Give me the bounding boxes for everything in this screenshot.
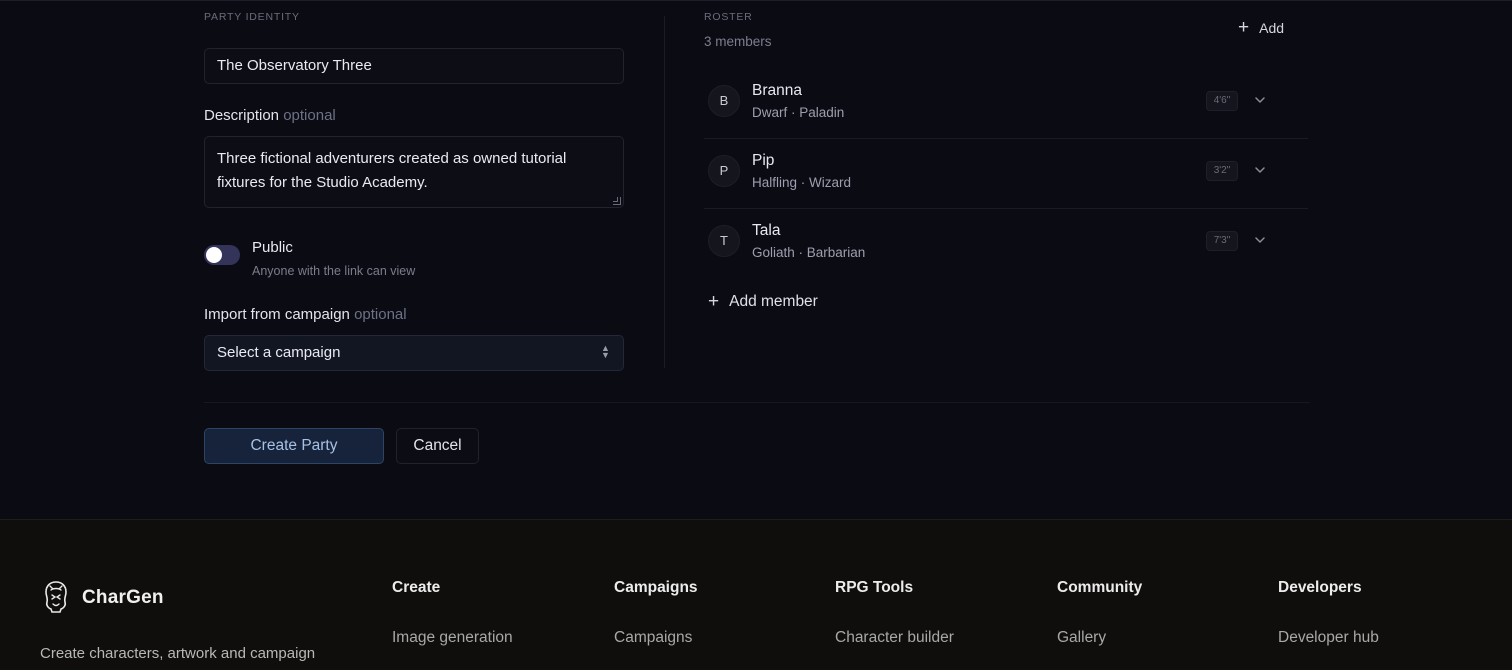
- resize-handle-icon[interactable]: [613, 197, 621, 205]
- select-updown-icon: ▲ ▼: [601, 343, 610, 360]
- public-label: Public: [252, 239, 293, 256]
- top-border: [0, 0, 1512, 1]
- add-member-top-button[interactable]: + Add: [1238, 18, 1284, 38]
- roster-member[interactable]: B Branna Dwarf · Paladin 4'6": [704, 68, 1308, 138]
- footer-brand[interactable]: CharGen: [82, 587, 164, 609]
- footer-heading-developers: Developers: [1278, 579, 1362, 596]
- height-badge: 4'6": [1206, 91, 1238, 111]
- chevron-down-icon[interactable]: [1252, 162, 1268, 178]
- chevron-down-icon[interactable]: [1252, 92, 1268, 108]
- height-badge: 7'3": [1206, 231, 1238, 251]
- footer-link-campaigns[interactable]: Campaigns: [614, 629, 692, 647]
- import-campaign-label: Import from campaign optional: [204, 306, 407, 323]
- avatar: T: [708, 225, 740, 257]
- roster-label: ROSTER: [704, 11, 753, 23]
- public-hint: Anyone with the link can view: [252, 264, 416, 278]
- member-detail: Dwarf · Paladin: [752, 105, 845, 120]
- plus-icon: +: [1238, 17, 1250, 38]
- member-detail: Goliath · Barbarian: [752, 245, 866, 260]
- member-name: Tala: [752, 222, 781, 239]
- footer-link-character-builder[interactable]: Character builder: [835, 629, 954, 647]
- roster-member[interactable]: T Tala Goliath · Barbarian 7'3": [704, 208, 1308, 278]
- height-badge: 3'2": [1206, 161, 1238, 181]
- footer-heading-community: Community: [1057, 579, 1143, 596]
- party-identity-label: PARTY IDENTITY: [204, 11, 300, 23]
- add-top-label: Add: [1259, 20, 1285, 36]
- footer-link-image-generation[interactable]: Image generation: [392, 629, 513, 647]
- member-name: Pip: [752, 152, 775, 169]
- campaign-select[interactable]: Select a campaign ▲ ▼: [204, 335, 624, 371]
- avatar: B: [708, 85, 740, 117]
- description-optional-text: optional: [283, 107, 336, 124]
- footer-link-developer-hub[interactable]: Developer hub: [1278, 629, 1379, 647]
- description-label: Description optional: [204, 107, 336, 124]
- footer-link-gallery[interactable]: Gallery: [1057, 629, 1106, 647]
- import-label-text: Import from campaign: [204, 306, 350, 323]
- member-detail: Halfling · Wizard: [752, 175, 852, 190]
- public-toggle[interactable]: [204, 245, 240, 265]
- footer-heading-create: Create: [392, 579, 441, 596]
- column-divider: [664, 16, 665, 368]
- avatar: P: [708, 155, 740, 187]
- roster-member[interactable]: P Pip Halfling · Wizard 3'2": [704, 138, 1308, 208]
- description-textarea[interactable]: Three fictional adventurers created as o…: [204, 136, 624, 208]
- add-member-label: Add member: [729, 293, 818, 310]
- footer-tagline: Create characters, artwork and campaign: [40, 645, 316, 662]
- description-label-text: Description: [204, 107, 280, 124]
- campaign-select-value: Select a campaign: [217, 344, 341, 361]
- import-optional-text: optional: [354, 306, 407, 323]
- toggle-knob: [206, 247, 222, 263]
- member-name: Branna: [752, 82, 802, 99]
- plus-icon: +: [708, 291, 720, 312]
- description-value: Three fictional adventurers created as o…: [217, 150, 567, 191]
- add-member-button[interactable]: + Add member: [708, 291, 818, 313]
- party-name-input[interactable]: The Observatory Three: [204, 48, 624, 84]
- create-party-button[interactable]: Create Party: [204, 428, 384, 464]
- footer-heading-campaigns: Campaigns: [614, 579, 698, 596]
- cancel-button[interactable]: Cancel: [396, 428, 479, 464]
- chargen-logo-icon[interactable]: [42, 580, 70, 614]
- footer-heading-rpg-tools: RPG Tools: [835, 579, 914, 596]
- site-footer: CharGen Create characters, artwork and c…: [0, 519, 1512, 670]
- chevron-down-icon[interactable]: [1252, 232, 1268, 248]
- roster-count: 3 members: [704, 34, 772, 49]
- form-divider: [204, 402, 1310, 403]
